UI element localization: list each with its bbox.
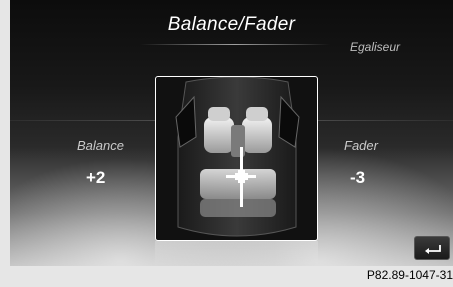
balance-fader-control[interactable] xyxy=(155,76,318,241)
title-underline xyxy=(140,44,330,45)
fader-value: -3 xyxy=(350,168,366,187)
head-unit-screen: Balance/Fader Egaliseur Balance +2 Fader… xyxy=(10,0,453,266)
figure: Balance/Fader Egaliseur Balance +2 Fader… xyxy=(0,0,453,287)
balance-label: Balance xyxy=(77,138,124,153)
car-reflection xyxy=(155,241,318,266)
tab-equalizer[interactable]: Egaliseur xyxy=(350,40,400,54)
fader-label: Fader xyxy=(344,138,378,153)
page-title: Balance/Fader xyxy=(167,14,296,35)
balance-value: +2 xyxy=(86,168,106,187)
figure-caption: P82.89-1047-31 xyxy=(366,268,453,282)
back-arrow-icon xyxy=(425,245,441,254)
back-button[interactable] xyxy=(414,236,450,260)
car-top-view-icon xyxy=(175,77,300,237)
